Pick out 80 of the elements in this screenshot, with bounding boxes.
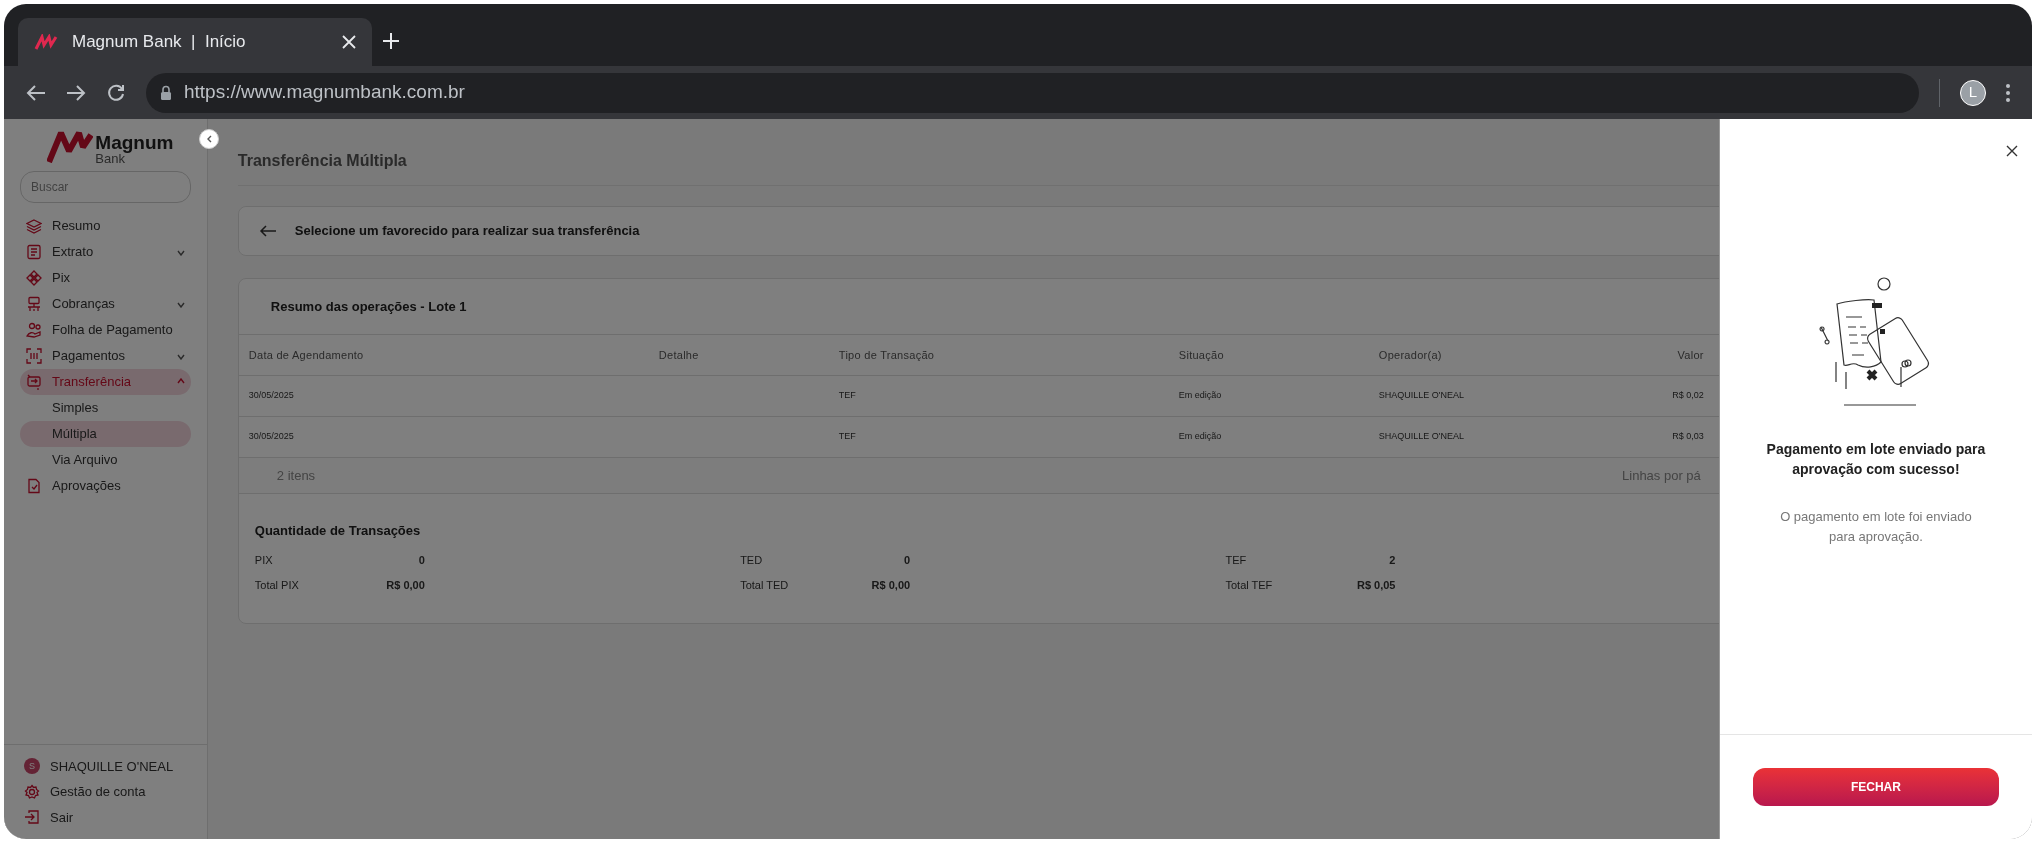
total-label: Total TED xyxy=(740,577,790,593)
total-value: 0 xyxy=(903,553,911,568)
new-tab-icon[interactable] xyxy=(382,32,400,50)
nav-item[interactable]: Aprovações xyxy=(20,473,191,499)
search-field[interactable]: Buscar xyxy=(20,171,191,203)
document-icon xyxy=(26,244,42,260)
back-icon[interactable] xyxy=(26,83,46,102)
nav-item[interactable]: Cobranças xyxy=(20,291,191,317)
column-header: Detalhe xyxy=(658,347,700,363)
nav-item[interactable]: Pagamentos xyxy=(20,343,191,369)
nav-item[interactable]: Folha de Pagamento xyxy=(20,317,191,343)
submenu-item[interactable]: Simples xyxy=(20,395,191,421)
total-value: R$ 0,00 xyxy=(385,577,425,593)
success-title: Pagamento em lote enviado para aprovação com sucesso! xyxy=(1765,440,1987,479)
exit-icon xyxy=(24,809,40,826)
column-header: Tipo de Transação xyxy=(838,347,936,363)
tab-title: Magnum Bank | Início xyxy=(72,31,247,54)
total-label: TED xyxy=(740,553,764,568)
step-text: Selecione um favorecido para realizar sua transferência xyxy=(294,222,640,241)
section-title: Quantidade de Transações xyxy=(254,523,421,538)
total-value: R$ 0,05 xyxy=(1355,577,1396,593)
submenu-item[interactable]: Múltipla xyxy=(20,421,191,447)
nav-item[interactable]: Transferência xyxy=(20,369,191,395)
chevron-left-icon xyxy=(206,135,212,143)
item-count: 2 itens xyxy=(276,466,316,485)
nav-item[interactable]: Resumo xyxy=(20,213,191,239)
submenu-item[interactable]: Via Arquivo xyxy=(20,447,191,473)
column-header: Operador(a) xyxy=(1378,347,1443,363)
billing-icon xyxy=(26,296,42,312)
table-cell-text: SHAQUILLE O'NEAL xyxy=(1378,430,1466,444)
logo-icon xyxy=(34,34,58,50)
rows-per-page-label: Linhas por pá xyxy=(1622,466,1701,485)
success-message: O pagamento em lote foi enviado para aprovação. xyxy=(1779,508,1973,546)
layers-icon xyxy=(26,218,42,234)
table-cell-text: SHAQUILLE O'NEAL xyxy=(1378,389,1466,403)
total-value: R$ 0,00 xyxy=(870,577,911,593)
logo-icon xyxy=(47,129,94,163)
total-label: Total TEF xyxy=(1225,577,1274,593)
nav-item[interactable]: Extrato xyxy=(20,239,191,265)
url-text: https://www.magnumbank.com.br xyxy=(184,80,465,105)
diamond-icon xyxy=(26,270,42,286)
column-header: Data de Agendamento xyxy=(248,347,365,363)
profile-avatar[interactable]: L xyxy=(1960,79,1986,106)
column-header: Situação xyxy=(1178,347,1225,363)
table-cell-text: 30/05/2025 xyxy=(248,389,295,403)
total-label: Total PIX xyxy=(254,577,300,593)
back-arrow-icon[interactable] xyxy=(258,225,277,237)
table-cell-text: R$ 0,02 xyxy=(1671,389,1704,403)
table-cell-text: 30/05/2025 xyxy=(248,430,295,444)
total-label: TEF xyxy=(1225,553,1248,568)
lock-icon xyxy=(160,85,172,100)
table-cell-text: Em edição xyxy=(1178,389,1223,403)
collapse-button[interactable] xyxy=(199,129,219,149)
nav-item[interactable]: Gestão de conta xyxy=(24,782,187,802)
nav-item[interactable]: Sair xyxy=(24,807,187,827)
forward-icon[interactable] xyxy=(66,83,86,102)
card-title: Resumo das operações - Lote 1 xyxy=(270,297,467,316)
total-value: 0 xyxy=(417,553,425,568)
total-label: PIX xyxy=(254,553,274,568)
barcode-scan-icon xyxy=(26,348,42,364)
table-cell-text: Em edição xyxy=(1178,430,1223,444)
nav-item[interactable]: Pix xyxy=(20,265,191,291)
close-icon[interactable] xyxy=(2006,145,2018,157)
browser-tab[interactable]: Magnum Bank | Início xyxy=(18,18,372,66)
checklist-icon xyxy=(26,478,42,494)
gear-icon xyxy=(24,783,40,800)
table-cell-text: TEF xyxy=(838,430,857,444)
menu-icon[interactable] xyxy=(2006,83,2010,102)
transfer-icon xyxy=(26,374,42,390)
total-value: 2 xyxy=(1388,553,1396,568)
avatar: S xyxy=(24,758,40,775)
close-button[interactable]: FECHAR xyxy=(1752,768,1999,806)
page-title: Transferência Múltipla xyxy=(237,151,408,171)
user-name: SHAQUILLE O'NEAL xyxy=(50,757,174,776)
address-bar[interactable]: https://www.magnumbank.com.br xyxy=(146,72,1919,113)
column-header: Valor xyxy=(1676,347,1704,363)
reload-icon[interactable] xyxy=(106,82,126,103)
table-cell-text: TEF xyxy=(838,389,857,403)
payroll-icon xyxy=(26,322,42,338)
table-cell-text: R$ 0,03 xyxy=(1671,430,1704,444)
